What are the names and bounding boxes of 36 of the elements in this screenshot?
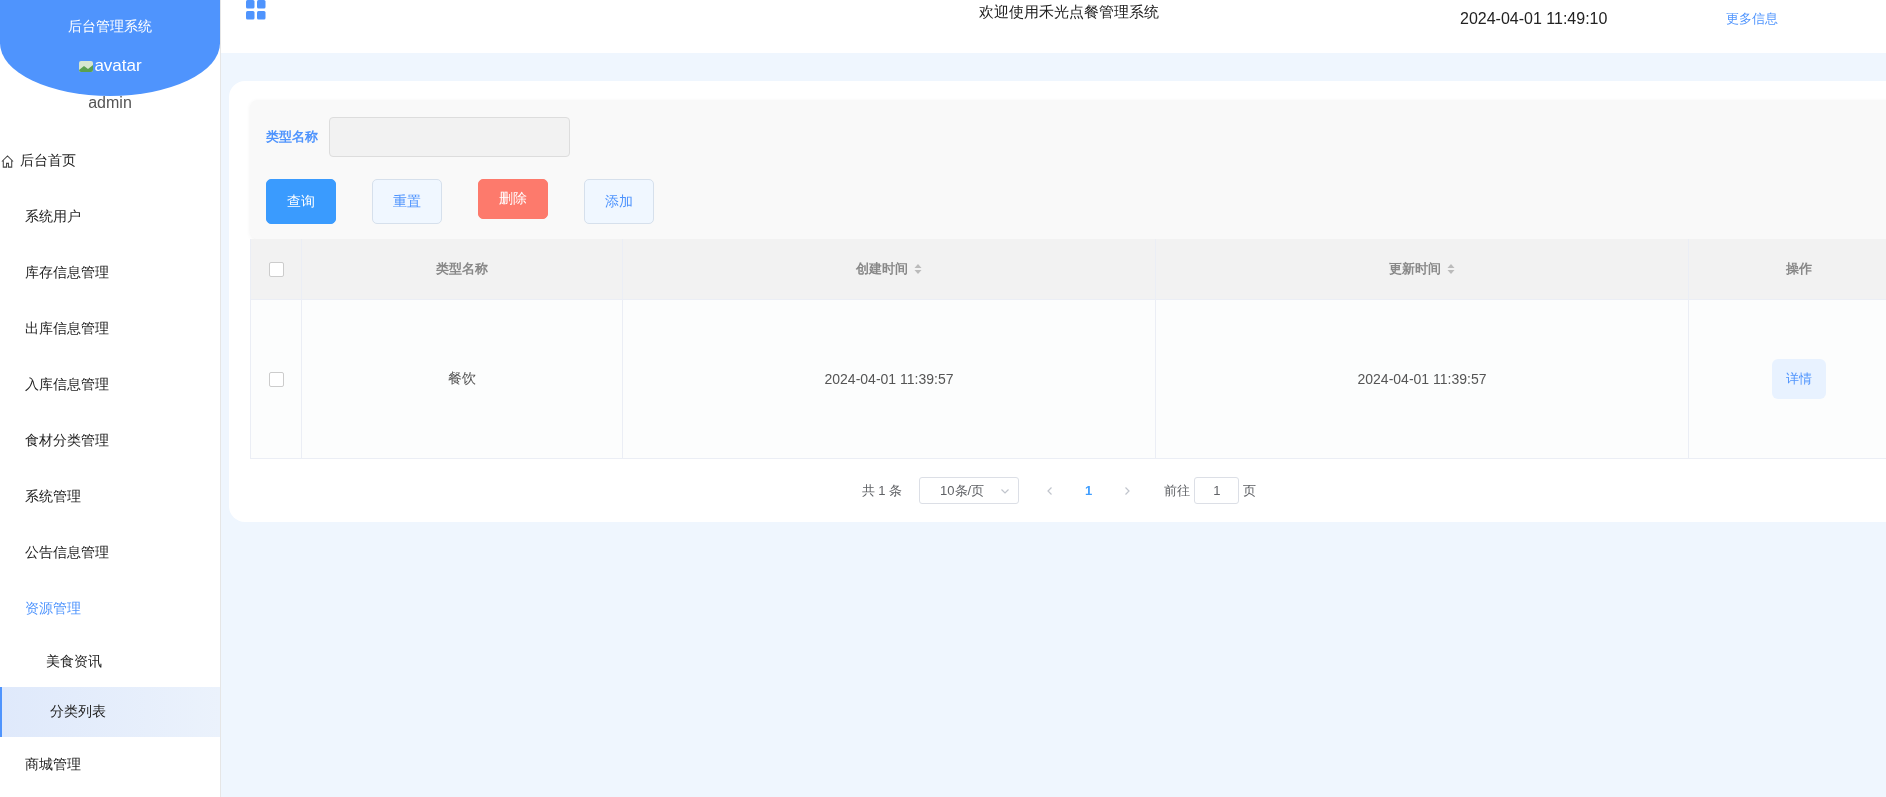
username: admin (88, 94, 132, 112)
page-title: 欢迎使用禾光点餐管理系统 (979, 3, 1159, 22)
menu-item[interactable]: 商城管理 (0, 737, 220, 793)
brand-title: 后台管理系统 (68, 18, 152, 36)
table-cell: 餐饮 (448, 370, 476, 388)
menu-item[interactable]: 系统用户 (0, 189, 220, 245)
submenu-item[interactable]: 美食资讯 (0, 637, 220, 687)
table-cell: 2024-04-01 11:39:57 (1357, 371, 1487, 387)
row-checkbox[interactable] (268, 371, 284, 387)
menu-item[interactable]: 入库信息管理 (0, 357, 220, 413)
page-suffix: 页 (1243, 481, 1257, 500)
goto-label: 前往 (1164, 481, 1191, 500)
menu-item[interactable]: 公告信息管理 (0, 525, 220, 581)
menu-item[interactable]: 库存信息管理 (0, 245, 220, 301)
grid-menu-icon[interactable] (246, 0, 266, 20)
sort-icon[interactable] (914, 263, 922, 275)
menu-item[interactable]: 系统管理 (0, 469, 220, 525)
column-header: 类型名称 (436, 260, 488, 278)
field-label: 类型名称 (266, 128, 318, 146)
submenu-item[interactable]: 分类列表 (0, 687, 220, 737)
column-header: 操作 (1785, 260, 1812, 278)
menu-item[interactable]: 食材分类管理 (0, 413, 220, 469)
menu-item[interactable]: 后台首页 (20, 152, 76, 170)
table-cell: 2024-04-01 11:39:57 (824, 371, 954, 387)
type-name-input[interactable] (329, 117, 570, 157)
total-count: 共 1 条 (861, 481, 903, 500)
home-icon (0, 153, 15, 169)
select-all-checkbox[interactable] (268, 261, 284, 277)
column-header: 更新时间 (1389, 260, 1441, 278)
page-size-select[interactable]: 10条/页 (919, 477, 1020, 504)
menu-item[interactable]: 出库信息管理 (0, 301, 220, 357)
sort-icon[interactable] (1447, 263, 1455, 275)
column-header: 创建时间 (856, 260, 908, 278)
avatar-image: avatar (78, 56, 142, 76)
page-jump-input[interactable]: 1 (1194, 477, 1240, 504)
date-time: 2024-04-01 11:49:10 (1460, 10, 1608, 28)
